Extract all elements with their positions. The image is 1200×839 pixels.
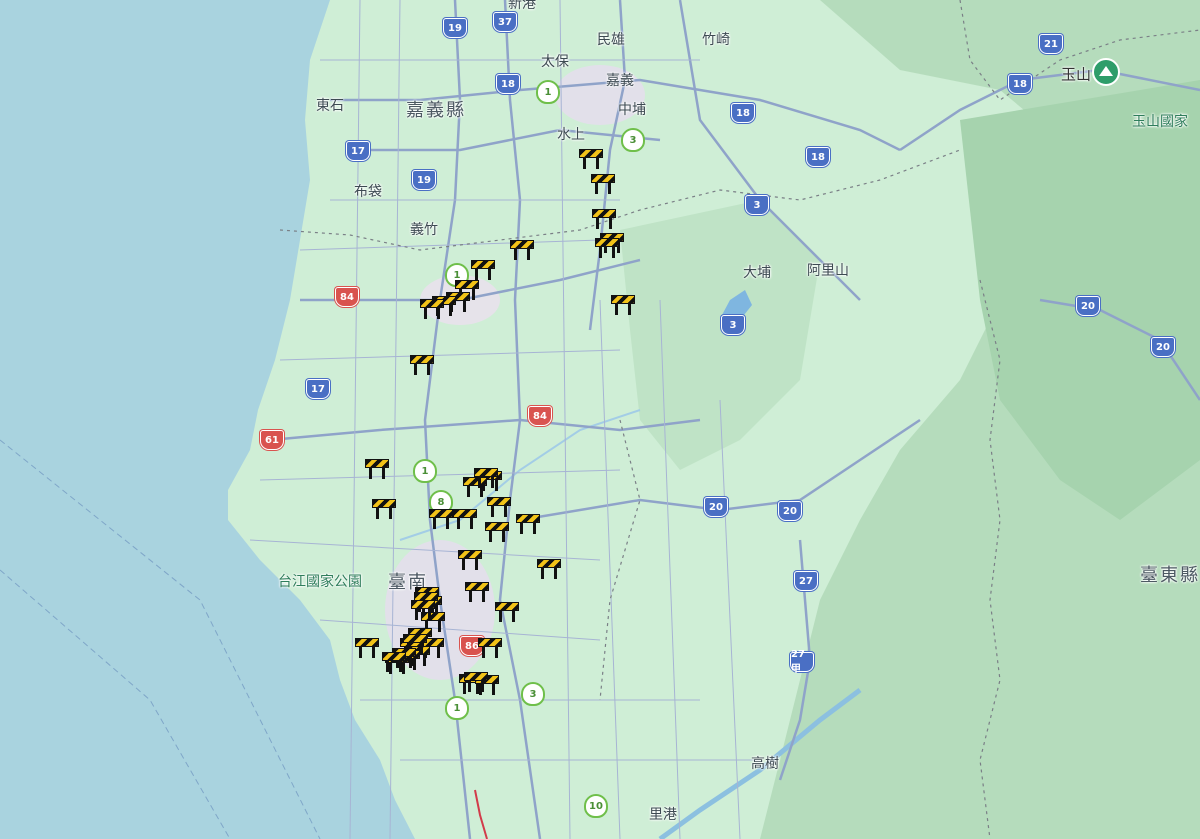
roadwork-barrier-icon[interactable] bbox=[382, 652, 406, 672]
roadwork-barrier-icon[interactable] bbox=[510, 240, 534, 260]
map-label-4[interactable]: 嘉義 bbox=[606, 70, 634, 90]
route-shield-20[interactable]: 20 bbox=[704, 497, 728, 517]
roadwork-barrier-icon[interactable] bbox=[485, 522, 509, 542]
route-shield-18[interactable]: 18 bbox=[496, 74, 520, 94]
route-shield-1[interactable]: 1 bbox=[536, 80, 560, 104]
roadwork-barrier-icon[interactable] bbox=[591, 174, 615, 194]
route-shield-17[interactable]: 17 bbox=[306, 379, 330, 399]
route-shield-3[interactable]: 3 bbox=[745, 195, 769, 215]
roadwork-barrier-icon[interactable] bbox=[429, 509, 453, 529]
roadwork-barrier-icon[interactable] bbox=[453, 509, 477, 529]
route-shield-1[interactable]: 1 bbox=[413, 459, 437, 483]
route-shield-3[interactable]: 3 bbox=[721, 315, 745, 335]
map-label-7[interactable]: 嘉義縣 bbox=[406, 96, 466, 122]
roadwork-barrier-icon[interactable] bbox=[487, 497, 511, 517]
map-label-12[interactable]: 阿里山 bbox=[807, 260, 849, 280]
route-shield-61[interactable]: 61 bbox=[260, 430, 284, 450]
roadwork-barrier-icon[interactable] bbox=[372, 499, 396, 519]
map-label-18[interactable]: 高樹 bbox=[751, 753, 779, 773]
roadwork-barrier-icon[interactable] bbox=[464, 672, 488, 692]
roadwork-barrier-icon[interactable] bbox=[537, 559, 561, 579]
roadwork-barrier-icon[interactable] bbox=[516, 514, 540, 534]
route-shield-18[interactable]: 18 bbox=[731, 103, 755, 123]
route-shield-37[interactable]: 37 bbox=[493, 12, 517, 32]
map-base bbox=[0, 0, 1200, 839]
roadwork-barrier-icon[interactable] bbox=[579, 149, 603, 169]
roadwork-barrier-icon[interactable] bbox=[474, 468, 498, 488]
roadwork-barrier-icon[interactable] bbox=[495, 602, 519, 622]
roadwork-barrier-icon[interactable] bbox=[465, 582, 489, 602]
roadwork-barrier-icon[interactable] bbox=[458, 550, 482, 570]
map-label-9[interactable]: 布袋 bbox=[354, 181, 382, 201]
route-shield-3[interactable]: 3 bbox=[621, 128, 645, 152]
route-shield-17[interactable]: 17 bbox=[346, 141, 370, 161]
map-label-2[interactable]: 竹崎 bbox=[702, 29, 730, 49]
roadwork-barrier-icon[interactable] bbox=[592, 209, 616, 229]
route-shield-84[interactable]: 84 bbox=[335, 287, 359, 307]
route-shield-21[interactable]: 21 bbox=[1039, 34, 1063, 54]
map-label-14[interactable]: 玉山國家 bbox=[1132, 111, 1188, 131]
route-shield-3[interactable]: 3 bbox=[521, 682, 545, 706]
sea-lane-2 bbox=[0, 569, 231, 839]
route-shield-84[interactable]: 84 bbox=[528, 406, 552, 426]
map-label-13[interactable]: 玉山 bbox=[1061, 64, 1091, 85]
route-shield-18[interactable]: 18 bbox=[1008, 74, 1032, 94]
route-shield-19[interactable]: 19 bbox=[412, 170, 436, 190]
roadwork-barrier-icon[interactable] bbox=[411, 600, 435, 620]
map-canvas[interactable]: 新港 民雄 竹崎 太保 嘉義 中埔 東石 嘉義縣 水上 布袋 義竹 大埔 阿里山 玉山 玉山國家 台江國家公園… bbox=[0, 0, 1200, 839]
map-label-17[interactable]: 臺東縣 bbox=[1140, 561, 1200, 587]
map-label-6[interactable]: 東石 bbox=[316, 95, 344, 115]
roadwork-barrier-icon[interactable] bbox=[611, 295, 635, 315]
map-label-15[interactable]: 台江國家公園 bbox=[278, 571, 362, 591]
route-shield-20[interactable]: 20 bbox=[1151, 337, 1175, 357]
map-label-19[interactable]: 里港 bbox=[649, 804, 677, 824]
route-shield-20[interactable]: 20 bbox=[1076, 296, 1100, 316]
mountain-peak-icon[interactable] bbox=[1092, 58, 1120, 86]
route-shield-27甲[interactable]: 27甲 bbox=[790, 649, 814, 675]
route-shield-1[interactable]: 1 bbox=[445, 696, 469, 720]
map-label-10[interactable]: 義竹 bbox=[410, 219, 438, 239]
roadwork-barrier-icon[interactable] bbox=[478, 638, 502, 658]
route-shield-18[interactable]: 18 bbox=[806, 147, 830, 167]
map-label-8[interactable]: 水上 bbox=[557, 124, 585, 144]
map-label-5[interactable]: 中埔 bbox=[618, 99, 646, 119]
roadwork-barrier-icon[interactable] bbox=[410, 355, 434, 375]
roadwork-barrier-icon[interactable] bbox=[365, 459, 389, 479]
map-label-11[interactable]: 大埔 bbox=[743, 262, 771, 282]
route-shield-27[interactable]: 27 bbox=[794, 571, 818, 591]
roadwork-barrier-icon[interactable] bbox=[595, 238, 619, 258]
roadwork-barrier-icon[interactable] bbox=[420, 299, 444, 319]
route-shield-10[interactable]: 10 bbox=[584, 794, 608, 818]
roadwork-barrier-icon[interactable] bbox=[355, 638, 379, 658]
roadwork-barrier-icon[interactable] bbox=[471, 260, 495, 280]
route-shield-20[interactable]: 20 bbox=[778, 501, 802, 521]
map-label-1[interactable]: 民雄 bbox=[597, 29, 625, 49]
map-label-3[interactable]: 太保 bbox=[541, 51, 569, 71]
route-shield-19[interactable]: 19 bbox=[443, 18, 467, 38]
